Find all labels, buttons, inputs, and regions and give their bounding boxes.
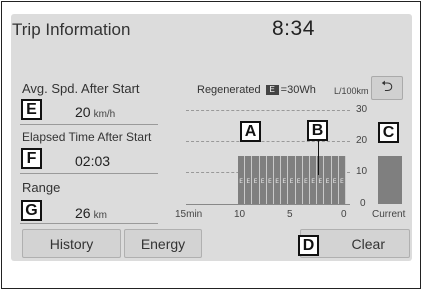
bar-regen-icon: E (282, 177, 287, 185)
history-bar: E (266, 155, 274, 204)
back-button[interactable]: ⮌ (371, 76, 403, 100)
history-bar: E (288, 155, 296, 204)
callout-b-leader (318, 140, 319, 175)
history-bar: E (295, 155, 303, 204)
history-bar: E (259, 155, 267, 204)
bar-regen-icon: E (318, 177, 323, 185)
history-bar: E (302, 155, 310, 204)
energy-button[interactable]: Energy (124, 229, 202, 258)
bar-regen-icon: E (311, 177, 315, 185)
regenerated-readout: Regenerated E =30Wh (197, 84, 316, 96)
avg-speed-unit: km/h (93, 109, 116, 120)
bar-regen-icon: E (289, 177, 294, 185)
history-bar: E (274, 155, 282, 204)
callout-a: A (240, 121, 261, 142)
current-bar (378, 155, 402, 204)
callout-b: B (307, 120, 328, 141)
callout-c: C (378, 122, 399, 143)
bar-regen-icon: E (253, 177, 258, 185)
x-tick-10: 10 (234, 209, 246, 220)
bar-regen-icon: E (260, 177, 265, 185)
x-tick-0: 0 (341, 209, 347, 220)
bar-regen-icon: E (339, 177, 344, 185)
history-bar: E (252, 155, 260, 204)
history-bar: E (310, 155, 318, 204)
bar-regen-icon: E (239, 177, 243, 185)
history-bar: E (331, 155, 339, 204)
history-bar: E (238, 155, 246, 204)
screen-title: Trip Information (12, 20, 131, 39)
range-value: 26 km (75, 205, 107, 221)
gridline-20 (186, 141, 350, 142)
avg-speed-label: Avg. Spd. After Start (22, 81, 140, 96)
range-label: Range (22, 180, 61, 195)
history-bar: E (338, 155, 346, 204)
divider-2 (20, 173, 158, 174)
bar-regen-icon: E (332, 177, 337, 185)
history-bar: E (245, 155, 253, 204)
current-label: Current (372, 209, 406, 220)
range-unit: km (93, 210, 107, 221)
y-tick-30: 30 (356, 104, 368, 115)
bar-regen-icon: E (246, 177, 251, 185)
divider-1 (20, 124, 158, 125)
clock: 8:34 (272, 17, 315, 40)
callout-e: E (21, 99, 42, 120)
bar-regen-icon: E (325, 177, 330, 185)
elapsed-time-value: 02:03 (75, 153, 111, 169)
history-bar: E (324, 155, 332, 204)
y-tick-20: 20 (356, 135, 368, 146)
callout-f: F (21, 148, 42, 169)
divider-3 (20, 223, 158, 224)
callout-d: D (298, 235, 319, 256)
history-button[interactable]: History (22, 229, 121, 258)
x-tick-5: 5 (287, 209, 293, 220)
avg-speed-value: 20 km/h (75, 104, 116, 120)
callout-g: G (21, 200, 42, 221)
x-tick-15min: 15min (175, 209, 203, 220)
baseline-0 (186, 204, 350, 205)
y-tick-0: 0 (360, 198, 366, 209)
return-arrow-icon: ⮌ (380, 77, 393, 95)
bar-regen-icon: E (303, 177, 308, 185)
y-tick-10: 10 (356, 166, 368, 177)
history-bar: E (281, 155, 289, 204)
bar-regen-icon: E (267, 177, 272, 185)
elapsed-time-label: Elapsed Time After Start (22, 130, 152, 144)
chart-unit: L/100km (334, 86, 369, 96)
regenerated-badge-icon: E (265, 85, 279, 96)
bar-regen-icon: E (275, 177, 279, 185)
gridline-30 (186, 110, 350, 111)
bar-regen-icon: E (296, 177, 301, 185)
